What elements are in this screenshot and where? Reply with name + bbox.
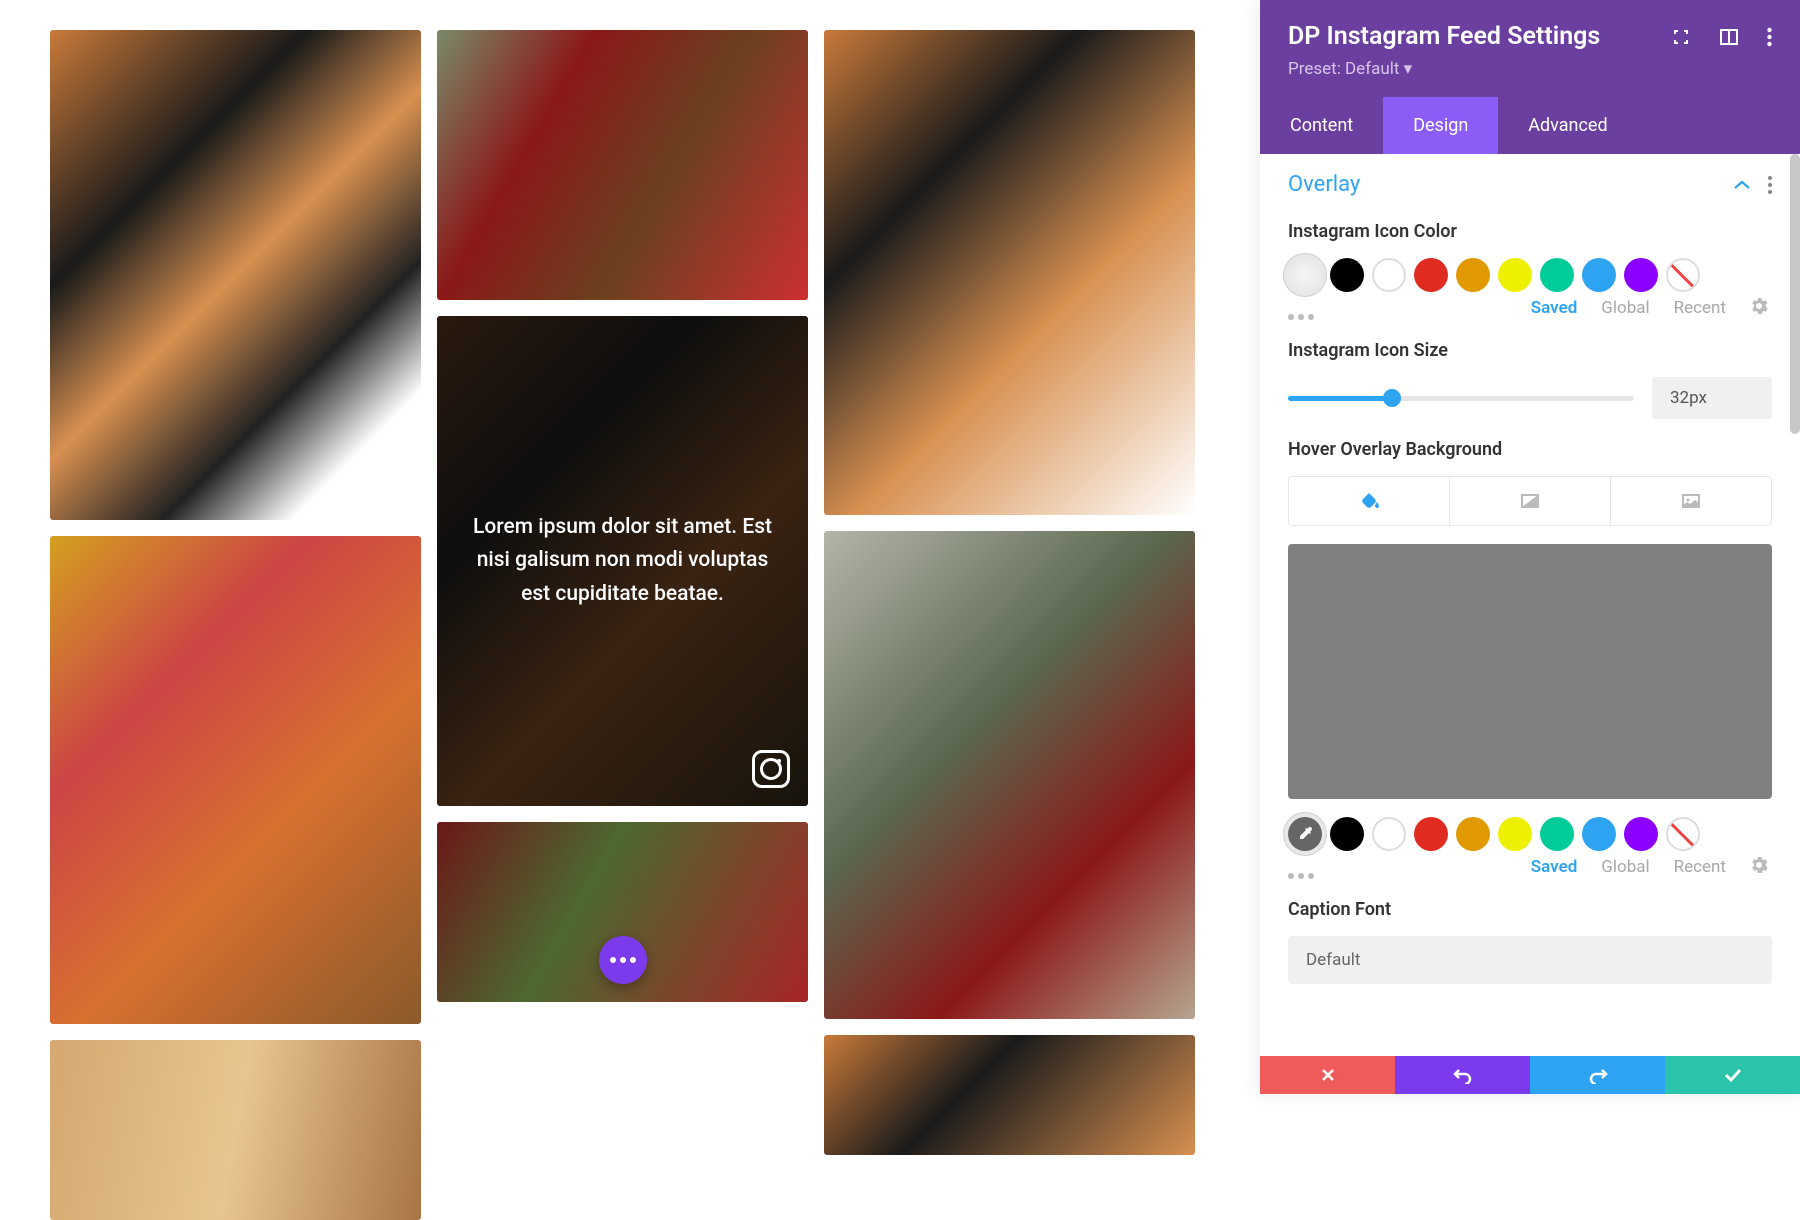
palette-link-saved[interactable]: Saved (1531, 857, 1578, 877)
swatch-none[interactable] (1666, 258, 1700, 292)
bg-tab-gradient[interactable] (1450, 477, 1611, 525)
redo-button[interactable] (1530, 1056, 1665, 1094)
background-type-tabs (1288, 476, 1772, 526)
bg-tab-color[interactable] (1289, 477, 1450, 525)
panel-body[interactable]: Overlay Instagram Icon Color (1260, 154, 1800, 1094)
settings-panel: DP Instagram Feed Settings Preset: Defau… (1260, 0, 1800, 1094)
undo-button[interactable] (1395, 1056, 1530, 1094)
more-colors-icon[interactable] (1288, 873, 1314, 879)
section-menu-icon[interactable] (1768, 176, 1772, 194)
panel-header: DP Instagram Feed Settings Preset: Defau… (1260, 0, 1800, 97)
gallery-item[interactable] (824, 30, 1195, 515)
palette-link-global[interactable]: Global (1601, 857, 1649, 877)
swatch-red[interactable] (1414, 817, 1448, 851)
swatch-orange[interactable] (1456, 817, 1490, 851)
gallery-item[interactable] (50, 536, 421, 1024)
gallery-item[interactable] (50, 30, 421, 520)
gallery-area: Lorem ipsum dolor sit amet. Est nisi gal… (0, 0, 1245, 1094)
scrollbar[interactable] (1790, 154, 1800, 434)
swatch-black[interactable] (1330, 817, 1364, 851)
columns-icon[interactable] (1719, 27, 1739, 47)
save-button[interactable] (1665, 1056, 1800, 1094)
size-slider[interactable] (1288, 396, 1634, 401)
size-input[interactable] (1652, 377, 1772, 419)
tab-design[interactable]: Design (1383, 97, 1498, 154)
swatch-blue[interactable] (1582, 258, 1616, 292)
field-caption-font: Caption Font Default (1260, 889, 1800, 994)
swatch-red[interactable] (1414, 258, 1448, 292)
gallery-item[interactable] (824, 531, 1195, 1019)
gallery-item-hovered[interactable]: Lorem ipsum dolor sit amet. Est nisi gal… (437, 316, 808, 806)
palette-link-saved[interactable]: Saved (1531, 298, 1578, 318)
panel-footer (1260, 1056, 1800, 1094)
swatch-purple[interactable] (1624, 258, 1658, 292)
eyedropper-icon[interactable] (1288, 817, 1322, 851)
swatch-white[interactable] (1372, 817, 1406, 851)
bg-tab-image[interactable] (1611, 477, 1771, 525)
gear-icon[interactable] (1750, 856, 1768, 878)
overlay-caption: Lorem ipsum dolor sit amet. Est nisi gal… (467, 511, 778, 612)
palette-link-global[interactable]: Global (1601, 298, 1649, 318)
panel-title: DP Instagram Feed Settings (1288, 22, 1600, 51)
field-icon-size: Instagram Icon Size (1260, 330, 1800, 429)
tab-advanced[interactable]: Advanced (1498, 97, 1637, 154)
settings-tabs: Content Design Advanced (1260, 97, 1800, 154)
more-colors-icon[interactable] (1288, 314, 1314, 320)
font-select[interactable]: Default (1288, 936, 1772, 984)
hover-overlay: Lorem ipsum dolor sit amet. Est nisi gal… (437, 316, 808, 806)
field-label: Caption Font (1288, 899, 1772, 920)
section-title: Overlay (1288, 172, 1360, 197)
tab-content[interactable]: Content (1260, 97, 1383, 154)
gallery-item[interactable] (437, 822, 808, 1002)
cancel-button[interactable] (1260, 1056, 1395, 1094)
gallery-item[interactable] (50, 1040, 421, 1220)
slider-thumb[interactable] (1383, 389, 1401, 407)
palette-link-recent[interactable]: Recent (1674, 857, 1726, 877)
field-hover-bg: Hover Overlay Background (1260, 429, 1800, 889)
swatch-transparent[interactable] (1288, 258, 1322, 292)
swatch-black[interactable] (1330, 258, 1364, 292)
color-swatches (1288, 258, 1772, 292)
kebab-menu-icon[interactable] (1767, 27, 1772, 47)
field-label: Hover Overlay Background (1288, 439, 1772, 460)
swatch-white[interactable] (1372, 258, 1406, 292)
field-icon-color: Instagram Icon Color Saved Global Recent (1260, 211, 1800, 330)
swatch-green[interactable] (1540, 258, 1574, 292)
swatch-blue[interactable] (1582, 817, 1616, 851)
gear-icon[interactable] (1750, 297, 1768, 319)
swatch-yellow[interactable] (1498, 258, 1532, 292)
background-preview[interactable] (1288, 544, 1772, 799)
swatch-none[interactable] (1666, 817, 1700, 851)
expand-icon[interactable] (1671, 27, 1691, 47)
swatch-green[interactable] (1540, 817, 1574, 851)
instagram-gallery: Lorem ipsum dolor sit amet. Est nisi gal… (50, 30, 1195, 1220)
swatch-orange[interactable] (1456, 258, 1490, 292)
gallery-item[interactable] (824, 1035, 1195, 1155)
preset-selector[interactable]: Preset: Default ▾ (1288, 59, 1772, 79)
color-swatches (1288, 817, 1772, 851)
instagram-icon (752, 750, 790, 788)
field-label: Instagram Icon Size (1288, 340, 1772, 361)
field-label: Instagram Icon Color (1288, 221, 1772, 242)
swatch-purple[interactable] (1624, 817, 1658, 851)
section-header-overlay[interactable]: Overlay (1260, 154, 1800, 211)
fab-more-button[interactable] (599, 936, 647, 984)
gallery-item[interactable] (437, 30, 808, 300)
swatch-yellow[interactable] (1498, 817, 1532, 851)
palette-link-recent[interactable]: Recent (1674, 298, 1726, 318)
chevron-up-icon[interactable] (1734, 175, 1750, 194)
